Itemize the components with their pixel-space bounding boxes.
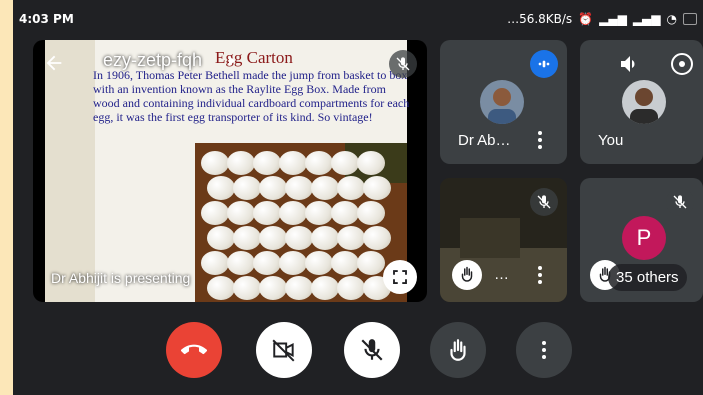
switch-camera-icon[interactable]: [670, 52, 694, 76]
speaking-indicator-icon: [530, 50, 558, 78]
fullscreen-button[interactable]: [383, 260, 417, 294]
end-call-button[interactable]: [166, 322, 222, 378]
egg-shape: [311, 226, 339, 250]
egg-shape: [337, 176, 365, 200]
raised-hand-icon: [452, 260, 482, 290]
hand-icon: [450, 339, 466, 361]
egg-shape: [207, 176, 235, 200]
egg-shape: [331, 251, 359, 275]
egg-shape: [279, 251, 307, 275]
egg-shape: [201, 201, 229, 225]
meet-app: 4:03 PM …56.8KB/s ⏰ ▂▄▆ ▂▄▆ ◔ Egg Carton…: [13, 0, 703, 395]
mic-off-icon: [666, 188, 694, 216]
egg-shape: [357, 201, 385, 225]
battery-icon: [683, 13, 697, 25]
phone-hangup-icon: [181, 344, 207, 355]
network-speed: …56.8KB/s: [507, 12, 573, 26]
egg-shape: [259, 176, 287, 200]
speaker-icon[interactable]: [618, 52, 642, 76]
egg-shape: [233, 276, 261, 300]
camera-toggle-button[interactable]: [256, 322, 312, 378]
egg-carton-photo: [195, 143, 407, 302]
egg-shape: [331, 151, 359, 175]
signal-icon-2: ▂▄▆: [632, 12, 661, 26]
egg-shape: [363, 176, 391, 200]
egg-shape: [305, 251, 333, 275]
status-right: …56.8KB/s ⏰ ▂▄▆ ▂▄▆ ◔: [507, 12, 697, 26]
egg-shape: [331, 201, 359, 225]
presenting-label: Dr Abhijit is presenting: [51, 270, 191, 286]
others-count: 35 others: [608, 264, 687, 291]
alarm-icon: ⏰: [578, 12, 594, 26]
more-options-button[interactable]: [516, 322, 572, 378]
egg-shape: [253, 201, 281, 225]
video-off-icon: [272, 339, 295, 362]
slide-decoration: [45, 40, 95, 302]
egg-shape: [227, 151, 255, 175]
mic-toggle-button[interactable]: [344, 322, 400, 378]
avatar: [480, 80, 524, 124]
egg-shape: [363, 226, 391, 250]
egg-shape: [233, 176, 261, 200]
egg-shape: [285, 176, 313, 200]
egg-shape: [253, 151, 281, 175]
egg-shape: [285, 226, 313, 250]
status-time: 4:03 PM: [19, 12, 74, 26]
chevron-right-icon[interactable]: [229, 56, 235, 66]
meeting-code[interactable]: ezy-zetp-fqh: [103, 50, 202, 71]
participant-tile[interactable]: …: [440, 178, 567, 302]
egg-shape: [279, 151, 307, 175]
egg-shape: [285, 276, 313, 300]
egg-shape: [259, 276, 287, 300]
slide-body: In 1906, Thomas Peter Bethell made the j…: [93, 68, 410, 124]
egg-shape: [337, 226, 365, 250]
egg-shape: [357, 151, 385, 175]
wifi-icon: ◔: [666, 12, 677, 26]
participant-name: …: [494, 266, 509, 283]
egg-shape: [305, 201, 333, 225]
egg-shape: [227, 251, 255, 275]
others-tile[interactable]: P 35 others: [580, 178, 703, 302]
egg-shape: [233, 226, 261, 250]
egg-shape: [207, 226, 235, 250]
status-bar: 4:03 PM …56.8KB/s ⏰ ▂▄▆ ▂▄▆ ◔: [13, 0, 703, 34]
egg-shape: [279, 201, 307, 225]
presentation-tile[interactable]: Egg Carton In 1906, Thomas Peter Bethell…: [33, 40, 427, 302]
more-vert-icon[interactable]: [538, 266, 542, 284]
more-vert-icon[interactable]: [538, 131, 542, 149]
egg-shape: [305, 151, 333, 175]
egg-shape: [259, 226, 287, 250]
self-tile[interactable]: You: [580, 40, 703, 164]
back-arrow-icon[interactable]: [43, 52, 65, 74]
egg-shape: [207, 276, 235, 300]
mic-off-icon: [389, 50, 417, 78]
mic-off-icon: [361, 339, 383, 361]
egg-shape: [357, 251, 385, 275]
more-vert-icon: [542, 341, 546, 359]
egg-shape: [311, 276, 339, 300]
egg-shape: [201, 251, 229, 275]
fullscreen-icon: [393, 270, 407, 284]
raise-hand-button[interactable]: [430, 322, 486, 378]
mic-off-icon: [530, 188, 558, 216]
avatar: [622, 80, 666, 124]
egg-shape: [201, 151, 229, 175]
signal-icon: ▂▄▆: [599, 12, 627, 26]
participant-name: You: [598, 132, 624, 149]
presentation-slide: Egg Carton In 1906, Thomas Peter Bethell…: [45, 40, 409, 302]
avatar: P: [622, 216, 666, 260]
egg-shape: [227, 201, 255, 225]
participant-name: Dr Ab…: [458, 132, 511, 149]
egg-shape: [337, 276, 365, 300]
slide-title: Egg Carton: [215, 48, 293, 67]
egg-shape: [253, 251, 281, 275]
participant-tile[interactable]: Dr Ab…: [440, 40, 567, 164]
egg-shape: [311, 176, 339, 200]
